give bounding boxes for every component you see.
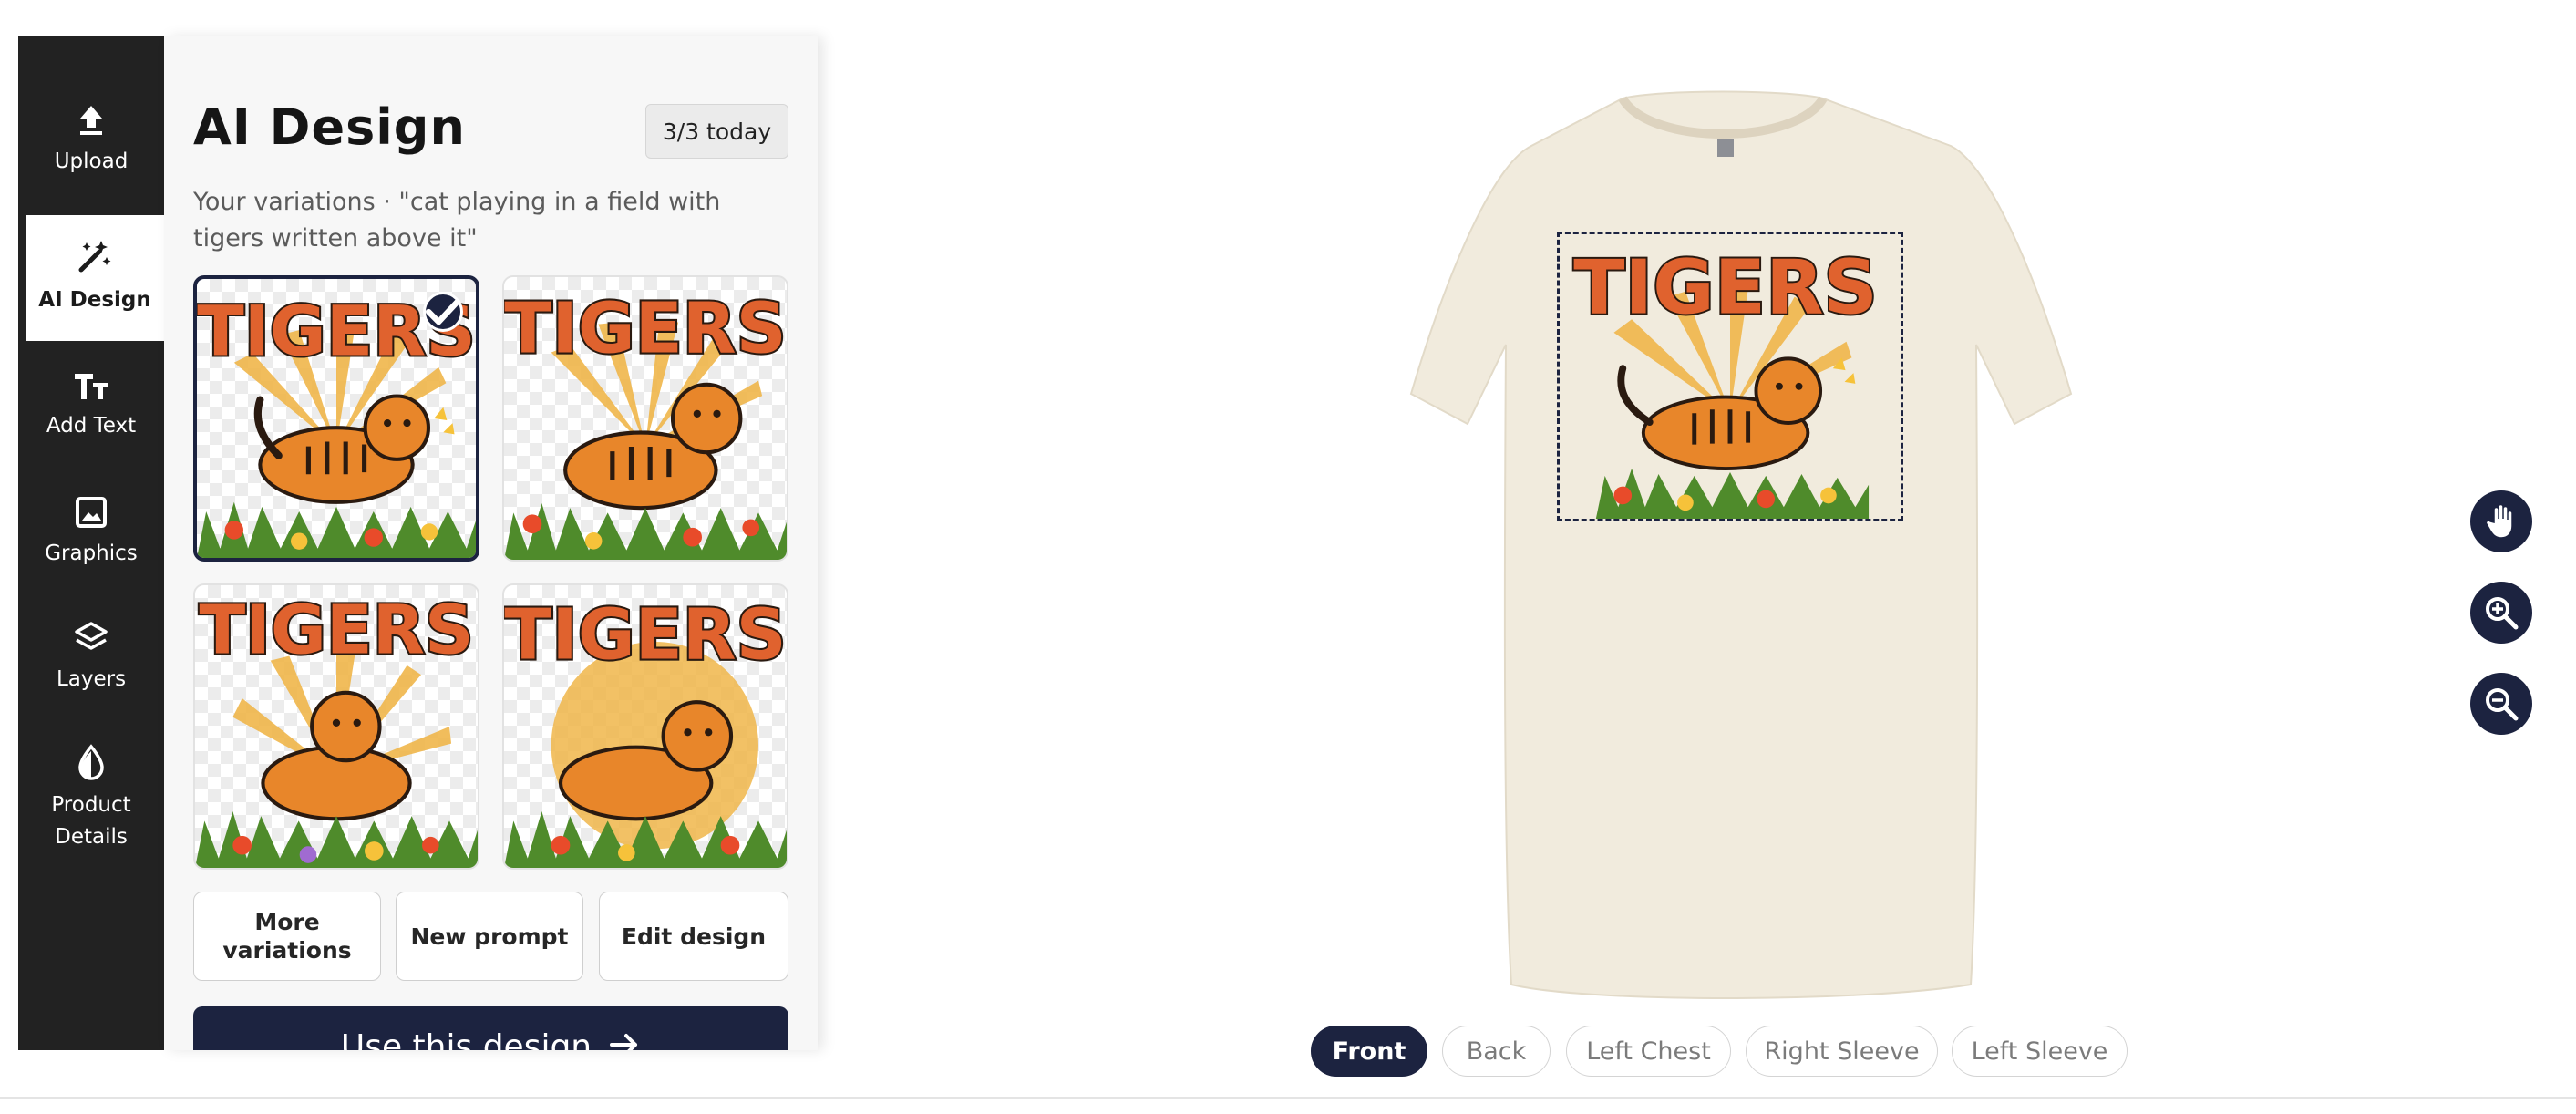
- tab-right-sleeve[interactable]: Right Sleeve: [1746, 1026, 1938, 1077]
- zoom-in-button[interactable]: [2470, 582, 2532, 644]
- design-title-text: TIGERS: [504, 289, 787, 370]
- droplet-icon: [78, 744, 104, 780]
- rail-item-label: Layers: [56, 667, 127, 691]
- tiger-design-image: TIGERS: [195, 588, 478, 868]
- tiger-design-image: TIGERS: [504, 593, 787, 868]
- rail-item-ai-design[interactable]: AI Design: [18, 215, 164, 341]
- print-area[interactable]: TIGERS: [1557, 232, 1903, 521]
- tab-left-sleeve[interactable]: Left Sleeve: [1952, 1026, 2128, 1077]
- tiger-design-image: TIGERS: [504, 287, 787, 560]
- layers-icon: [75, 622, 108, 650]
- text-icon: [75, 374, 108, 399]
- panel-title: AI Design: [193, 98, 466, 156]
- placed-design: TIGERS: [1571, 242, 1880, 519]
- zoom-out-button[interactable]: [2470, 673, 2532, 735]
- quota-badge: 3/3 today: [645, 104, 788, 159]
- more-variations-button[interactable]: More variations: [193, 892, 381, 981]
- ai-design-panel: AI Design 3/3 today Your variations · "c…: [164, 36, 818, 1050]
- zoom-in-icon: [2486, 597, 2519, 630]
- zoom-out-icon: [2486, 688, 2519, 721]
- use-this-design-label: Use this design: [340, 1028, 592, 1050]
- rail-item-add-text[interactable]: Add Text: [18, 370, 164, 442]
- rail-item-label: Graphics: [45, 542, 138, 565]
- tab-back[interactable]: Back: [1442, 1026, 1551, 1077]
- hand-icon: [2485, 503, 2513, 539]
- variation-thumbnail-3[interactable]: TIGERS: [193, 583, 479, 870]
- variation-thumbnail-1[interactable]: TIGERS: [193, 275, 479, 562]
- rail-item-label: Add Text: [46, 414, 137, 438]
- pan-tool-button[interactable]: [2470, 490, 2532, 552]
- image-icon: [76, 497, 107, 528]
- rail-item-label: Product Details: [51, 793, 131, 849]
- tool-rail: Upload AI Design Add Text Graphics Layer…: [18, 36, 164, 1050]
- selected-check-icon: [423, 292, 463, 332]
- prompt-subtitle: Your variations · "cat playing in a fiel…: [193, 188, 721, 253]
- edit-design-button[interactable]: Edit design: [599, 892, 788, 981]
- variation-thumbnail-2[interactable]: TIGERS: [502, 275, 788, 562]
- new-prompt-button[interactable]: New prompt: [396, 892, 583, 981]
- placed-design-title: TIGERS: [1573, 244, 1878, 331]
- magic-wand-icon: [78, 241, 111, 273]
- use-this-design-button[interactable]: Use this design: [193, 1006, 788, 1050]
- variation-thumbnail-4[interactable]: TIGERS: [502, 583, 788, 870]
- rail-item-layers[interactable]: Layers: [18, 620, 164, 696]
- tab-front[interactable]: Front: [1311, 1026, 1427, 1077]
- design-title-text: TIGERS: [199, 590, 473, 669]
- rail-item-label: Upload: [54, 150, 129, 173]
- rail-item-graphics[interactable]: Graphics: [18, 496, 164, 570]
- rail-item-label: AI Design: [38, 288, 151, 312]
- rail-item-upload[interactable]: Upload: [18, 104, 164, 178]
- design-title-text: TIGERS: [504, 595, 787, 676]
- rail-item-product-details[interactable]: Product Details: [18, 744, 164, 853]
- bottom-divider: [0, 1097, 2576, 1099]
- tshirt-mockup: [1409, 90, 2073, 999]
- tab-left-chest[interactable]: Left Chest: [1566, 1026, 1731, 1077]
- upload-icon: [80, 106, 102, 135]
- arrow-right-icon: [610, 1034, 638, 1050]
